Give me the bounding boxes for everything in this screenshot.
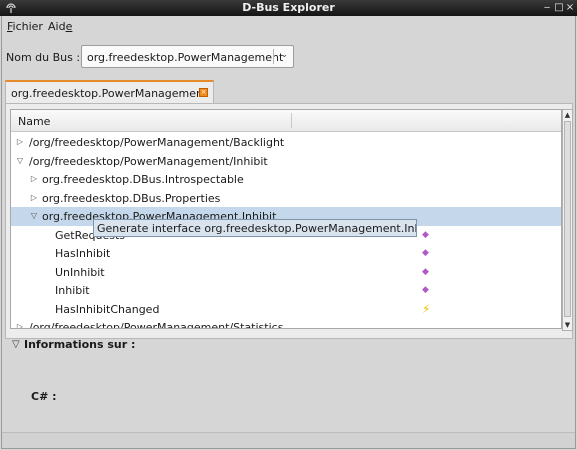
tree-row-label: org.freedesktop.DBus.Properties xyxy=(42,191,221,205)
tree-row[interactable]: ▽ /org/freedesktop/PowerManagement/Inhibi… xyxy=(11,152,561,171)
tree-row-label: HasInhibitChanged xyxy=(55,302,160,316)
tree-row[interactable]: ▷ org.freedesktop.DBus.Properties xyxy=(11,189,561,208)
tree-row-label: org.freedesktop.DBus.Introspectable xyxy=(42,173,244,186)
tree-row-label: /org/freedesktop/PowerManagement/Backlig… xyxy=(29,136,285,149)
scroll-down-icon[interactable]: ▼ xyxy=(563,320,572,330)
menu-aide-mnemonic: e xyxy=(65,20,73,33)
method-icon: ◆ xyxy=(422,229,429,240)
method-icon: ◆ xyxy=(422,266,429,277)
vertical-scrollbar[interactable]: ▲ ▼ xyxy=(562,109,573,331)
tree-row[interactable]: HasInhibit ◆ xyxy=(11,244,561,263)
signal-icon: ⚡ xyxy=(422,301,431,316)
expand-icon[interactable]: ▷ xyxy=(29,174,39,183)
tree-row[interactable]: ▷ /org/freedesktop/PowerManagement/Statis… xyxy=(11,318,561,329)
tab-close-icon[interactable]: × xyxy=(199,88,208,97)
info-expander-icon[interactable]: ▽ xyxy=(12,339,20,350)
tree-row-label: UnInhibit xyxy=(55,265,105,279)
menu-fichier-label: ichier xyxy=(12,20,43,33)
tree-row-label: /org/freedesktop/PowerManagement/Statist… xyxy=(29,321,284,329)
main-window: Fichier Aide Nom du Bus : org.freedeskto… xyxy=(1,16,576,449)
close-button[interactable]: × xyxy=(564,1,576,14)
collapse-icon[interactable]: ▽ xyxy=(15,156,25,165)
tab-powermanagement[interactable]: org.freedesktop.PowerManagement × xyxy=(5,80,214,104)
collapse-icon[interactable]: ▽ xyxy=(29,211,39,220)
tree-row[interactable]: Inhibit ◆ xyxy=(11,281,561,300)
bus-select-separator xyxy=(273,49,274,64)
menu-aide-label: Aid xyxy=(48,20,66,33)
menu-fichier[interactable]: Fichier xyxy=(7,20,43,33)
info-title: Informations sur : xyxy=(24,338,136,351)
column-divider[interactable] xyxy=(291,113,292,128)
generate-interface-tooltip[interactable]: Generate interface org.freedesktop.Power… xyxy=(93,219,417,237)
csharp-label: C# : xyxy=(31,390,57,403)
tree-header[interactable]: Name xyxy=(11,110,561,132)
menu-bar: Fichier Aide xyxy=(2,16,575,36)
method-icon: ◆ xyxy=(422,248,429,258)
tree-row[interactable]: HasInhibitChanged ⚡ xyxy=(11,300,561,319)
chevron-down-icon[interactable]: ⌄ xyxy=(280,50,288,60)
expand-icon[interactable]: ▷ xyxy=(15,137,25,146)
tree-row-label: /org/freedesktop/PowerManagement/Inhibit xyxy=(29,154,268,168)
expand-icon[interactable]: ▷ xyxy=(29,193,39,202)
window-title: D-Bus Explorer xyxy=(242,1,335,14)
tree-row[interactable]: ▷ /org/freedesktop/PowerManagement/Backli… xyxy=(11,133,561,152)
scrollbar-thumb[interactable] xyxy=(564,121,571,317)
tree-row-label: Inhibit xyxy=(55,284,90,297)
expand-icon[interactable]: ▷ xyxy=(15,322,25,328)
scroll-up-icon[interactable]: ▲ xyxy=(563,110,572,120)
column-name[interactable]: Name xyxy=(18,115,50,128)
menu-aide[interactable]: Aide xyxy=(48,20,72,33)
tree-row[interactable]: UnInhibit ◆ xyxy=(11,263,561,282)
bus-select-value: org.freedesktop.PowerManagement xyxy=(87,51,284,64)
tab-label: org.freedesktop.PowerManagement xyxy=(11,87,208,100)
tree-row[interactable]: ▷ org.freedesktop.DBus.Introspectable xyxy=(11,170,561,189)
tree-row-label: HasInhibit xyxy=(55,247,111,260)
method-icon: ◆ xyxy=(422,285,429,295)
minimize-button[interactable]: ‒ xyxy=(541,1,553,14)
status-bar xyxy=(2,432,575,448)
bus-select[interactable]: org.freedesktop.PowerManagement ⌄ xyxy=(81,45,294,68)
bus-label: Nom du Bus : xyxy=(6,51,81,64)
title-bar: D-Bus Explorer ‒ □ × xyxy=(0,0,577,16)
